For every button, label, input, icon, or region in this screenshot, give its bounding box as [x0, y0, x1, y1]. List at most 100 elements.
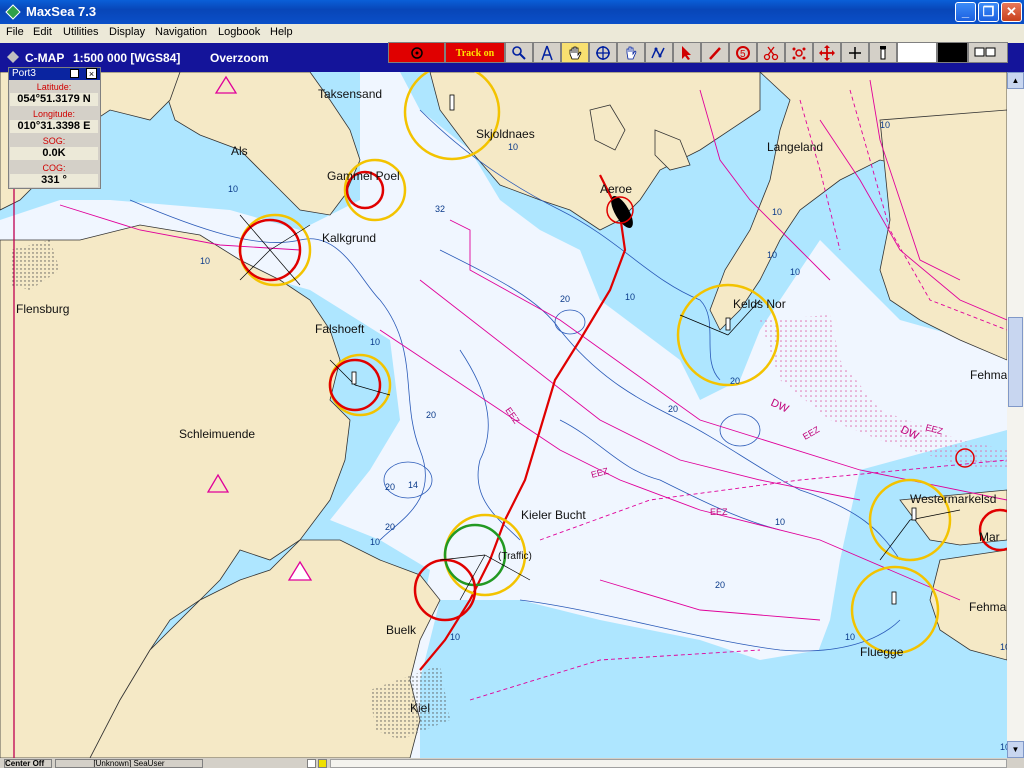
restore-button[interactable]: ❐ [978, 2, 999, 22]
label-langeland: Langeland [767, 140, 823, 154]
menu-utilities[interactable]: Utilities [63, 26, 98, 38]
track-toggle-button[interactable] [388, 42, 445, 63]
panel-close-icon[interactable]: × [86, 68, 97, 79]
depth-label: 10 [625, 292, 635, 302]
depth-label: 10 [845, 632, 855, 642]
info-panel-header[interactable]: Port3 × [9, 68, 100, 80]
blank-tool-slot[interactable] [897, 42, 937, 63]
label-kieler-bucht: Kieler Bucht [521, 508, 586, 522]
depth-label: 20 [560, 294, 570, 304]
depth-label: 20 [668, 404, 678, 414]
close-button[interactable]: ✕ [1001, 2, 1022, 22]
panel-maximize-icon[interactable] [70, 69, 79, 78]
black-tool-slot[interactable] [937, 42, 968, 63]
label-mar: Mar [979, 530, 1000, 544]
label-westermarkelsdorf: Westermarkelsd [910, 492, 996, 506]
pointer-icon [682, 46, 691, 60]
title-bar: MaxSea 7.3 _ ❐ ✕ [0, 0, 1024, 24]
zoom-tool-button[interactable] [505, 42, 533, 63]
depth-label: 10 [370, 337, 380, 347]
user-status: [Unknown] SeaUser [55, 759, 203, 768]
status-color-chip[interactable] [318, 759, 327, 768]
svg-text:5: 5 [740, 49, 746, 60]
menu-edit[interactable]: Edit [33, 26, 52, 38]
sog-label: SOG: [42, 136, 66, 146]
chart-icon [7, 51, 19, 63]
chart-mode: Overzoom [210, 51, 269, 65]
menu-file[interactable]: File [6, 26, 24, 38]
lighthouse-tool-button[interactable] [869, 42, 897, 63]
undo-tool-button[interactable]: 5 [729, 42, 757, 63]
depth-label: 10 [880, 120, 890, 130]
status-checkbox[interactable] [307, 759, 316, 768]
scroll-down-button[interactable]: ▼ [1007, 741, 1024, 758]
depth-label: 20 [715, 580, 725, 590]
label-eez-3: EEZ [710, 507, 728, 517]
cog-label: COG: [42, 163, 66, 173]
route-tool-button[interactable] [645, 42, 673, 63]
move-tool-button[interactable] [813, 42, 841, 63]
label-traffic: (Traffic) [498, 551, 532, 562]
label-taksensand: Taksensand [318, 87, 382, 101]
window-tiles-button[interactable] [968, 42, 1008, 63]
minimize-button[interactable]: _ [955, 2, 976, 22]
scissors-tool-button[interactable] [757, 42, 785, 63]
window-title: MaxSea 7.3 [26, 4, 97, 19]
pointer-tool-button[interactable] [673, 42, 701, 63]
info-panel-title: Port3 [12, 68, 36, 79]
depth-label: 32 [435, 204, 445, 214]
label-fehmarn-north: Fehma [970, 368, 1007, 382]
plus-tool-button[interactable] [841, 42, 869, 63]
label-gammel-poel: Gammel Poel [327, 169, 400, 183]
label-buelk: Buelk [386, 623, 417, 637]
chart-scale: 1:500 000 [WGS84] [73, 51, 181, 65]
depth-label: 20 [385, 482, 395, 492]
plus-icon [849, 47, 861, 59]
compass-tool-button[interactable] [533, 42, 561, 63]
horizontal-scrollbar[interactable] [330, 759, 1007, 768]
app-icon [5, 4, 21, 20]
group-tool-button[interactable] [785, 42, 813, 63]
pan-tool-button[interactable] [561, 42, 589, 63]
toolbar: Track on 5 [388, 42, 1008, 63]
target-icon [411, 47, 423, 59]
label-als: Als [231, 144, 248, 158]
pencil-tool-button[interactable] [701, 42, 729, 63]
scroll-thumb[interactable] [1008, 317, 1023, 407]
menu-logbook[interactable]: Logbook [218, 26, 260, 38]
latitude-value: 054°51.3179 N [10, 93, 98, 106]
label-aeroe: Aeroe [600, 182, 632, 196]
zoom-icon [512, 46, 526, 60]
menu-bar: File Edit Utilities Display Navigation L… [0, 24, 1024, 43]
status-bar: Center Off [Unknown] SeaUser [0, 758, 1024, 768]
center-toggle[interactable]: Center Off [4, 759, 52, 768]
longitude-value: 010°31.3398 E [10, 120, 98, 133]
depth-label: 10 [200, 256, 210, 266]
label-fehmarn-south: Fehma [969, 600, 1007, 614]
track-on-label[interactable]: Track on [445, 42, 505, 63]
undo-icon: 5 [736, 46, 750, 60]
label-falshoeft: Falshoeft [315, 322, 365, 336]
nautical-chart[interactable]: Taksensand Als Gammel Poel Kalkgrund Fle… [0, 72, 1007, 758]
center-tool-button[interactable] [589, 42, 617, 63]
depth-label: 10 [772, 207, 782, 217]
vertical-scrollbar[interactable]: ▲ ▼ [1007, 72, 1024, 758]
depth-label: 10 [790, 267, 800, 277]
chart-map[interactable]: Taksensand Als Gammel Poel Kalkgrund Fle… [0, 72, 1007, 758]
menu-help[interactable]: Help [270, 26, 293, 38]
menu-display[interactable]: Display [109, 26, 145, 38]
select-tool-button[interactable] [617, 42, 645, 63]
depth-label: 14 [408, 480, 418, 490]
longitude-label: Longitude: [32, 109, 76, 119]
move-icon [819, 45, 835, 61]
scissors-icon [763, 46, 779, 61]
menu-navigation[interactable]: Navigation [155, 26, 207, 38]
depth-label: 10 [1000, 642, 1007, 652]
depth-label: 10 [775, 517, 785, 527]
crosshair-icon [596, 46, 610, 60]
scroll-up-button[interactable]: ▲ [1007, 72, 1024, 89]
lighthouse-icon [880, 46, 886, 60]
tiles-icon [974, 47, 996, 57]
chart-source: C-MAP [25, 51, 65, 65]
depth-label: 10 [1000, 742, 1007, 752]
